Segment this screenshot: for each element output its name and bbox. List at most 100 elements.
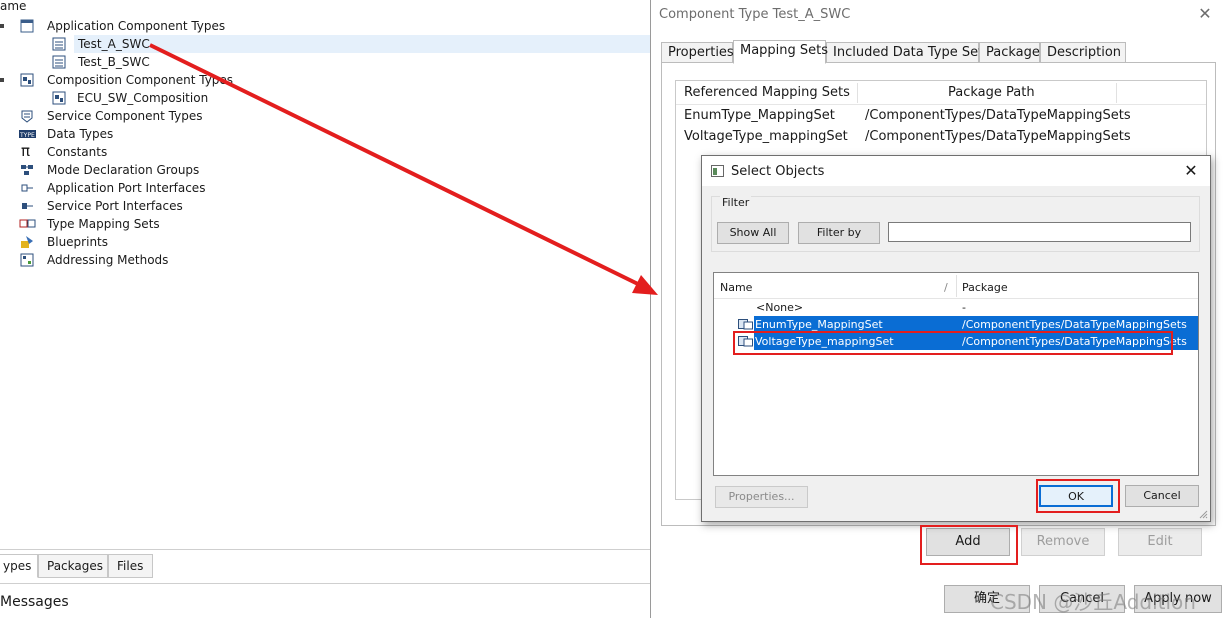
list-item-selected[interactable]: VoltageType_mappingSet /ComponentTypes/D… (714, 333, 1198, 350)
sort-indicator-icon: / (944, 281, 948, 294)
tab-included-data-type-sets[interactable]: Included Data Type Sets (826, 42, 990, 63)
column-header-package-path[interactable]: Package Path (948, 85, 1035, 100)
item-name: <None> (756, 301, 804, 314)
port-interface-icon (21, 184, 33, 192)
item-package: /ComponentTypes/DataTypeMappingSets (962, 335, 1187, 348)
service-port-icon (22, 203, 33, 209)
properties-button[interactable]: Properties... (715, 486, 808, 508)
panel-divider (0, 549, 650, 550)
column-header-package[interactable]: Package (962, 281, 1008, 294)
tree-column-header: ame (0, 0, 27, 13)
tab-description[interactable]: Description (1040, 42, 1126, 63)
mode-group-icon (21, 165, 33, 175)
table-header: Referenced Mapping Sets Package Path (676, 81, 1206, 105)
list-header: Name / Package (714, 273, 1198, 299)
show-all-button[interactable]: Show All (717, 222, 789, 244)
filter-input[interactable] (888, 222, 1191, 242)
tree-item-service-port-interfaces[interactable]: Service Port Interfaces (0, 197, 650, 215)
add-button[interactable]: Add (926, 528, 1010, 556)
dialog-icon (711, 165, 724, 177)
composition-icon (52, 91, 66, 105)
app-root: ame Application Component Types Test_A_S… (0, 0, 1227, 618)
addressing-icon (20, 253, 34, 267)
mapping-set-icon (738, 319, 753, 330)
tree-item-label: ECU_SW_Composition (77, 91, 209, 105)
tree-item-label: Constants (47, 145, 108, 159)
component-icon (52, 37, 66, 51)
tree-item-label: Service Component Types (47, 109, 203, 123)
blueprint-icon (21, 236, 33, 248)
tree-item-service-component-types[interactable]: Service Component Types (0, 107, 650, 125)
service-icon (21, 110, 33, 123)
panel-divider (0, 583, 650, 584)
filter-group-label: Filter (720, 196, 752, 209)
tab-properties[interactable]: Properties (661, 42, 734, 63)
tab-packages[interactable]: Packages (38, 554, 108, 578)
remove-button[interactable]: Remove (1021, 528, 1105, 556)
table-row[interactable]: EnumType_MappingSet /ComponentTypes/Data… (676, 106, 1206, 127)
tree-item-label: Blueprints (47, 235, 109, 249)
dialog-titlebar[interactable]: Select Objects ✕ (702, 156, 1210, 186)
object-list: Name / Package <None> - EnumType_Mapping… (713, 272, 1199, 476)
dialog-cancel-button[interactable]: Cancel (1125, 485, 1199, 507)
item-package: /ComponentTypes/DataTypeMappingSets (962, 318, 1187, 331)
tree-item-mode-declaration-groups[interactable]: Mode Declaration Groups (0, 161, 650, 179)
filter-by-button[interactable]: Filter by (798, 222, 880, 244)
tab-types[interactable]: ypes (0, 554, 38, 578)
list-item-selected[interactable]: EnumType_MappingSet /ComponentTypes/Data… (714, 316, 1198, 333)
tree-item-test-a-swc[interactable]: Test_A_SWC (52, 35, 650, 53)
mapping-set-icon (738, 336, 753, 347)
type-mapping-icon (19, 219, 36, 228)
column-header-referenced[interactable]: Referenced Mapping Sets (684, 85, 850, 100)
tree-item-label: Data Types (47, 127, 114, 141)
tree-item-label: Type Mapping Sets (47, 217, 160, 231)
resize-grip-icon[interactable] (1198, 509, 1208, 519)
table-row[interactable]: VoltageType_mappingSet /ComponentTypes/D… (676, 127, 1206, 148)
row-name: VoltageType_mappingSet (684, 129, 848, 144)
tree-item-constants[interactable]: π Constants (0, 142, 650, 161)
column-separator (956, 275, 957, 297)
expand-icon (0, 78, 4, 82)
close-icon[interactable]: ✕ (1180, 160, 1202, 182)
tree-item-label: Addressing Methods (47, 253, 169, 267)
tab-mapping-sets[interactable]: Mapping Sets (733, 40, 828, 64)
watermark: CSDN @沙丘Addition (990, 590, 1196, 614)
item-name: EnumType_MappingSet (755, 318, 883, 331)
composition-icon (20, 73, 34, 87)
messages-panel-title: Messages (0, 594, 69, 610)
row-path: /ComponentTypes/DataTypeMappingSets (865, 129, 1131, 144)
tree-item-label: Test_A_SWC (78, 37, 150, 51)
window-title: Component Type Test_A_SWC (659, 7, 851, 22)
component-icon (52, 55, 66, 69)
tree-item-ecu-sw-composition[interactable]: ECU_SW_Composition (52, 89, 650, 107)
select-objects-dialog: Select Objects ✕ Filter Show All Filter … (701, 155, 1211, 522)
folder-window-icon (20, 19, 34, 33)
dialog-title: Select Objects (731, 164, 825, 179)
tree-item-application-component-types[interactable]: Application Component Types (0, 17, 650, 35)
tree-item-data-types[interactable]: TYPE Data Types (0, 125, 650, 143)
item-package: - (962, 301, 966, 314)
pi-icon: π (21, 142, 31, 160)
tree-item-composition-component-types[interactable]: Composition Component Types (0, 71, 650, 89)
close-icon[interactable]: ✕ (1195, 4, 1215, 24)
svg-text:TYPE: TYPE (19, 132, 35, 139)
row-name: EnumType_MappingSet (684, 108, 835, 123)
component-tree-panel: ame Application Component Types Test_A_S… (0, 0, 650, 618)
tree-item-addressing-methods[interactable]: Addressing Methods (0, 251, 650, 269)
column-separator (1116, 83, 1117, 103)
tab-package[interactable]: Package (979, 42, 1040, 63)
tree-item-application-port-interfaces[interactable]: Application Port Interfaces (0, 179, 650, 197)
tree-item-label: Application Port Interfaces (47, 181, 206, 195)
tree-item-label: Service Port Interfaces (47, 199, 183, 213)
tree-item-type-mapping-sets[interactable]: Type Mapping Sets (0, 215, 650, 233)
tree-item-test-b-swc[interactable]: Test_B_SWC (52, 53, 650, 71)
edit-button[interactable]: Edit (1118, 528, 1202, 556)
tree-item-blueprints[interactable]: Blueprints (0, 233, 650, 251)
ok-button[interactable]: OK (1039, 485, 1113, 507)
tree-item-label: Test_B_SWC (78, 55, 150, 69)
tree-item-label: Composition Component Types (47, 73, 234, 87)
list-item[interactable]: <None> - (714, 299, 1198, 316)
tab-files[interactable]: Files (108, 554, 153, 578)
column-header-name[interactable]: Name (720, 281, 752, 294)
tree-item-label: Application Component Types (47, 19, 226, 33)
